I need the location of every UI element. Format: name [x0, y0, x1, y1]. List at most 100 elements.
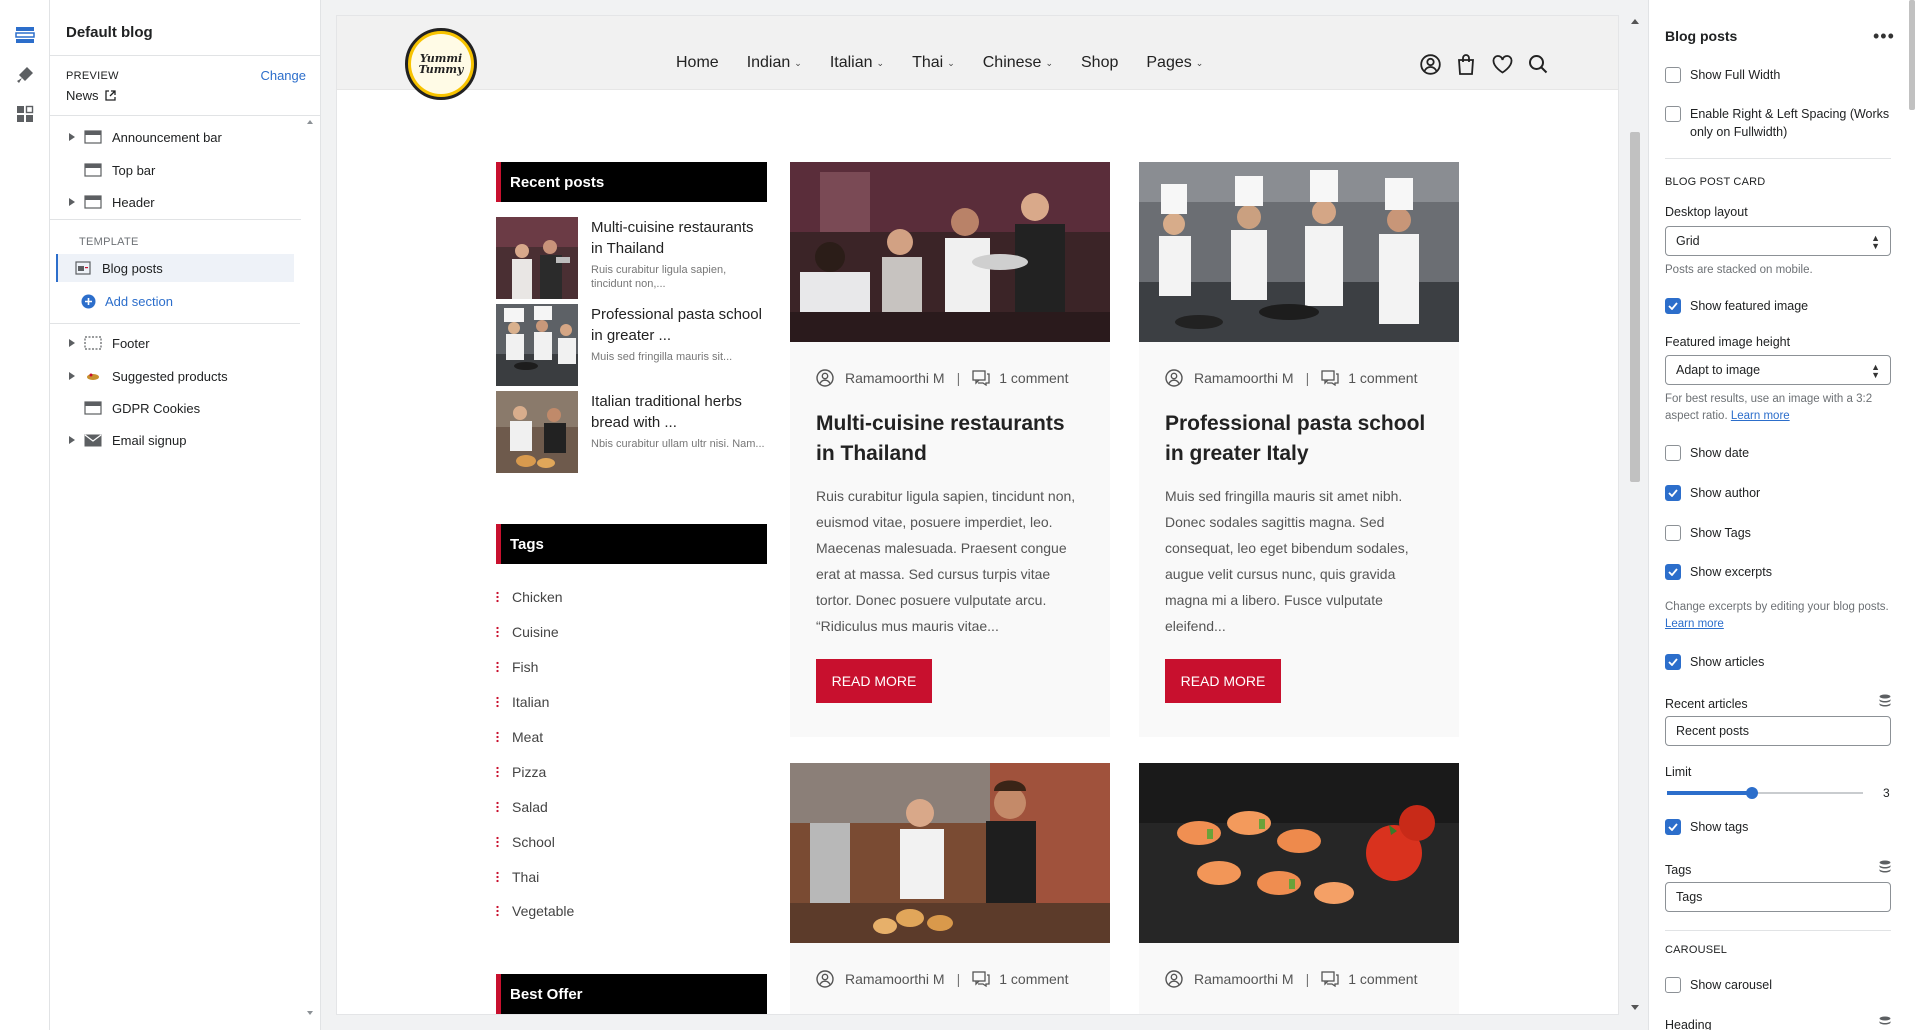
read-more-button[interactable]: READ MORE	[816, 659, 932, 703]
read-more-button[interactable]: READ MORE	[1165, 659, 1281, 703]
post-featured-image[interactable]	[1139, 162, 1459, 342]
show-articles-checkbox[interactable]: Show articles	[1665, 653, 1764, 671]
tag-cuisine[interactable]: Cuisine	[496, 624, 559, 640]
tag-salad[interactable]: Salad	[496, 799, 548, 815]
preview-page[interactable]: News	[66, 88, 116, 103]
tag-italian[interactable]: Italian	[496, 694, 549, 710]
dynamic-source-icon[interactable]	[1879, 1016, 1891, 1029]
show-carousel-checkbox[interactable]: Show carousel	[1665, 976, 1772, 994]
app-embeds-icon[interactable]	[12, 101, 38, 127]
learn-more-link[interactable]: Learn more	[1665, 618, 1724, 630]
caret-right-icon[interactable]	[66, 337, 78, 349]
post-featured-image[interactable]	[1139, 763, 1459, 943]
preview-scrollbar[interactable]	[1628, 16, 1642, 1014]
post-comment-count[interactable]: 1 comment	[999, 971, 1068, 987]
nav-italian[interactable]: Italian ⌄	[830, 54, 884, 72]
sections-icon[interactable]	[12, 22, 38, 48]
checkbox-box[interactable]	[1665, 67, 1681, 83]
tag-meat[interactable]: Meat	[496, 729, 543, 745]
site-logo[interactable]: Yummi Tummy	[405, 28, 477, 100]
checkbox-box[interactable]	[1665, 819, 1681, 835]
show-featured-image-checkbox[interactable]: Show featured image	[1665, 297, 1808, 315]
wishlist-heart-icon[interactable]	[1491, 53, 1513, 75]
nav-chinese[interactable]: Chinese ⌄	[983, 54, 1053, 72]
search-icon[interactable]	[1527, 53, 1549, 75]
show-excerpts-checkbox[interactable]: Show excerpts	[1665, 563, 1772, 581]
limit-slider[interactable]	[1665, 786, 1865, 800]
checkbox-box[interactable]	[1665, 564, 1681, 580]
checkbox-box[interactable]	[1665, 106, 1681, 122]
section-email-signup[interactable]: Email signup	[66, 426, 306, 454]
post-author[interactable]: Ramamoorthi M	[1194, 370, 1294, 386]
template-blog-posts[interactable]: Blog posts	[56, 254, 294, 282]
recent-post-title[interactable]: Professional pasta school in greater ...	[591, 304, 767, 346]
enable-spacing-checkbox[interactable]: Enable Right & Left Spacing (Works only …	[1665, 105, 1897, 141]
post-author[interactable]: Ramamoorthi M	[845, 971, 945, 987]
checkbox-box[interactable]	[1665, 298, 1681, 314]
limit-slider-track[interactable]	[1665, 786, 1865, 800]
tag-school[interactable]: School	[496, 834, 555, 850]
section-header[interactable]: Header	[66, 188, 306, 216]
panel-scrollbar[interactable]	[306, 118, 314, 1018]
nav-shop[interactable]: Shop	[1081, 54, 1118, 72]
settings-scrollbar[interactable]	[1908, 0, 1916, 1030]
post-featured-image[interactable]	[790, 162, 1110, 342]
learn-more-link[interactable]: Learn more	[1731, 410, 1790, 422]
cart-bag-icon[interactable]	[1455, 53, 1477, 75]
tag-thai[interactable]: Thai	[496, 869, 539, 885]
nav-thai[interactable]: Thai ⌄	[912, 54, 955, 72]
show-author-checkbox[interactable]: Show author	[1665, 484, 1760, 502]
post-comment-count[interactable]: 1 comment	[999, 370, 1068, 386]
add-section-button[interactable]: Add section	[80, 287, 320, 315]
dynamic-source-icon[interactable]	[1879, 694, 1891, 707]
post-author[interactable]: Ramamoorthi M	[845, 370, 945, 386]
featured-height-select[interactable]: Adapt to image ▲ ▼	[1665, 355, 1891, 385]
recent-post-item[interactable]: Multi-cuisine restaurants in Thailand Ru…	[496, 217, 767, 299]
more-options-icon[interactable]: •••	[1873, 26, 1895, 47]
caret-right-icon[interactable]	[66, 370, 78, 382]
recent-post-thumbnail[interactable]	[496, 304, 578, 386]
section-top-bar[interactable]: Top bar	[66, 156, 306, 184]
checkbox-box[interactable]	[1665, 654, 1681, 670]
section-suggested-products[interactable]: Suggested products	[66, 362, 306, 390]
nav-indian[interactable]: Indian ⌄	[747, 54, 802, 72]
tag-chicken[interactable]: Chicken	[496, 589, 563, 605]
checkbox-box[interactable]	[1665, 445, 1681, 461]
show-tags-checkbox[interactable]: Show Tags	[1665, 524, 1751, 542]
show-full-width-checkbox[interactable]: Show Full Width	[1665, 66, 1780, 84]
recent-post-title[interactable]: Multi-cuisine restaurants in Thailand	[591, 217, 767, 259]
post-comment-count[interactable]: 1 comment	[1348, 370, 1417, 386]
recent-post-item[interactable]: Italian traditional herbs bread with ...…	[496, 391, 767, 473]
preview-scrollbar-thumb[interactable]	[1630, 132, 1640, 482]
show-tags-2-checkbox[interactable]: Show tags	[1665, 818, 1748, 836]
recent-articles-input[interactable]: Recent posts	[1665, 716, 1891, 746]
tag-vegetable[interactable]: Vegetable	[496, 903, 574, 919]
caret-right-icon[interactable]	[66, 434, 78, 446]
recent-post-title[interactable]: Italian traditional herbs bread with ...	[591, 391, 767, 433]
section-gdpr-cookies[interactable]: GDPR Cookies	[66, 394, 306, 422]
recent-post-item[interactable]: Professional pasta school in greater ...…	[496, 304, 767, 386]
tag-fish[interactable]: Fish	[496, 659, 538, 675]
show-date-checkbox[interactable]: Show date	[1665, 444, 1749, 462]
account-icon[interactable]	[1419, 53, 1441, 75]
checkbox-box[interactable]	[1665, 485, 1681, 501]
external-link-icon[interactable]	[104, 90, 116, 101]
section-footer[interactable]: Footer	[66, 329, 306, 357]
dynamic-source-icon[interactable]	[1879, 860, 1891, 873]
caret-right-icon[interactable]	[66, 131, 78, 143]
checkbox-box[interactable]	[1665, 977, 1681, 993]
tags-input[interactable]: Tags	[1665, 882, 1891, 912]
recent-post-thumbnail[interactable]	[496, 391, 578, 473]
recent-post-thumbnail[interactable]	[496, 217, 578, 299]
checkbox-box[interactable]	[1665, 525, 1681, 541]
slider-thumb[interactable]	[1746, 787, 1758, 799]
desktop-layout-select[interactable]: Grid ▲ ▼	[1665, 226, 1891, 256]
post-title[interactable]: Multi-cuisine restaurants in Thailand	[816, 409, 1086, 469]
post-title[interactable]: Professional pasta school in greater Ita…	[1165, 409, 1435, 469]
nav-home[interactable]: Home	[676, 54, 719, 72]
post-comment-count[interactable]: 1 comment	[1348, 971, 1417, 987]
section-announcement-bar[interactable]: Announcement bar	[66, 123, 306, 151]
caret-right-icon[interactable]	[66, 196, 78, 208]
post-featured-image[interactable]	[790, 763, 1110, 943]
nav-pages[interactable]: Pages ⌄	[1146, 54, 1203, 72]
